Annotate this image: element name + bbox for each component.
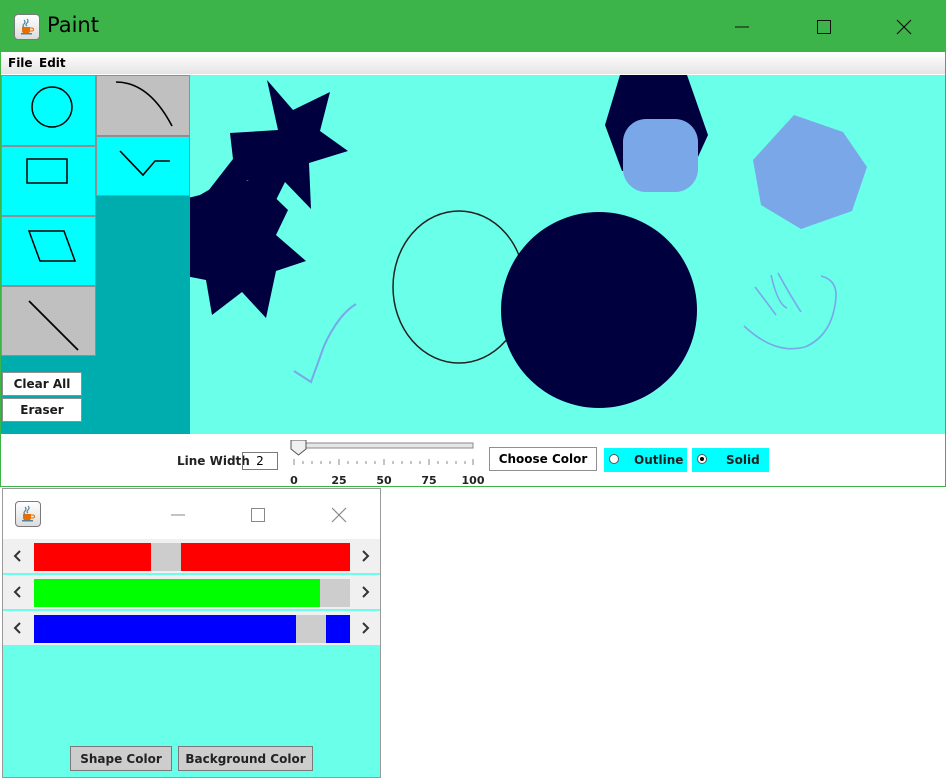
rounded-square-shape xyxy=(623,119,698,192)
maximize-icon xyxy=(251,508,265,522)
rectangle-tool[interactable] xyxy=(1,146,96,216)
clear-all-button[interactable]: Clear All xyxy=(2,372,82,396)
blue-decrease-button[interactable] xyxy=(3,611,33,645)
red-increase-button[interactable] xyxy=(350,539,380,573)
slider-tick-label: 25 xyxy=(331,474,347,487)
slider-tick-label: 50 xyxy=(376,474,392,487)
title-bar[interactable]: Paint xyxy=(1,1,945,52)
chevron-left-icon xyxy=(13,586,21,598)
radio-selected-icon xyxy=(697,454,707,464)
parallelogram-icon xyxy=(27,230,77,262)
line-width-label: Line Width xyxy=(177,454,250,468)
red-decrease-button[interactable] xyxy=(3,539,33,573)
window-title: Paint xyxy=(47,13,99,37)
curve-tool[interactable] xyxy=(96,75,190,136)
red-track-fill xyxy=(34,543,151,571)
controls-bar: Line Width 2 0 25 50 75 100 Choose Color xyxy=(1,434,945,487)
drawing-canvas[interactable] xyxy=(190,75,945,434)
solid-radio[interactable]: Solid xyxy=(692,448,769,472)
close-button[interactable] xyxy=(881,1,927,52)
chevron-right-icon xyxy=(362,586,370,598)
color-close-button[interactable] xyxy=(319,489,359,541)
blue-track-fill xyxy=(34,615,296,643)
close-icon xyxy=(896,19,912,34)
red-track[interactable] xyxy=(34,543,350,571)
chevron-right-icon xyxy=(362,550,370,562)
maximize-button[interactable] xyxy=(801,1,847,52)
freehand-stroke xyxy=(293,303,357,384)
freehand-stroke xyxy=(754,286,777,316)
blue-track-fill xyxy=(326,615,350,643)
blue-increase-button[interactable] xyxy=(350,611,380,645)
freehand-stroke xyxy=(770,274,788,309)
slider-tick-label: 0 xyxy=(290,474,298,487)
chevron-left-icon xyxy=(13,622,21,634)
menu-file[interactable]: File xyxy=(8,56,33,70)
red-scrollbar[interactable] xyxy=(3,539,380,573)
polyline-tool[interactable] xyxy=(96,136,190,196)
java-cup-icon xyxy=(14,14,40,40)
shape-color-button[interactable]: Shape Color xyxy=(70,746,172,771)
color-maximize-button[interactable] xyxy=(238,489,278,541)
radio-icon xyxy=(609,454,619,464)
menu-edit[interactable]: Edit xyxy=(39,56,66,70)
slider-thumb[interactable] xyxy=(290,439,307,456)
maximize-icon xyxy=(817,19,831,34)
heptagon-shape xyxy=(753,115,867,229)
blue-track[interactable] xyxy=(34,615,350,643)
minimize-icon xyxy=(171,514,185,516)
close-icon xyxy=(331,507,347,523)
slider-tick-label: 75 xyxy=(421,474,437,487)
chevron-right-icon xyxy=(362,622,370,634)
chevron-left-icon xyxy=(13,550,21,562)
star-shape xyxy=(190,180,306,318)
line-tool[interactable] xyxy=(1,286,96,356)
color-window-title-bar[interactable] xyxy=(3,489,380,541)
green-track-fill xyxy=(34,579,320,607)
blue-scrollbar[interactable] xyxy=(3,611,380,645)
outline-label: Outline xyxy=(634,453,684,467)
slider-track xyxy=(290,439,474,465)
menu-bar: File Edit xyxy=(1,53,945,74)
parallelogram-tool[interactable] xyxy=(1,216,96,286)
solid-label: Solid xyxy=(726,453,760,467)
color-chooser-window: Shape Color Background Color xyxy=(2,488,381,778)
color-minimize-button[interactable] xyxy=(158,489,198,541)
green-decrease-button[interactable] xyxy=(3,575,33,609)
choose-color-button[interactable]: Choose Color xyxy=(489,447,597,471)
slider-tick-label: 100 xyxy=(461,474,485,487)
circle-icon xyxy=(31,86,73,128)
freehand-stroke xyxy=(743,275,837,350)
circle-tool[interactable] xyxy=(1,75,96,146)
tool-panel: Clear All Eraser xyxy=(1,75,190,434)
line-width-input[interactable]: 2 xyxy=(242,452,278,470)
solid-circle-shape xyxy=(501,212,697,408)
green-scrollbar[interactable] xyxy=(3,575,380,609)
red-track-fill xyxy=(181,543,350,571)
eraser-button[interactable]: Eraser xyxy=(2,398,82,422)
paint-window: Paint File Edit Clear All Eraser Line Wi… xyxy=(0,0,946,487)
minimize-icon xyxy=(735,26,749,27)
background-color-button[interactable]: Background Color xyxy=(178,746,313,771)
line-width-slider[interactable]: 0 25 50 75 100 xyxy=(289,439,484,487)
green-increase-button[interactable] xyxy=(350,575,380,609)
line-icon xyxy=(28,300,79,351)
minimize-button[interactable] xyxy=(719,1,765,52)
polyline-icon xyxy=(119,150,170,177)
green-track[interactable] xyxy=(34,579,350,607)
freehand-stroke xyxy=(777,272,802,313)
curve-icon xyxy=(115,81,173,127)
rectangle-icon xyxy=(26,158,68,184)
outline-radio[interactable]: Outline xyxy=(604,448,687,472)
java-cup-icon xyxy=(15,501,41,527)
